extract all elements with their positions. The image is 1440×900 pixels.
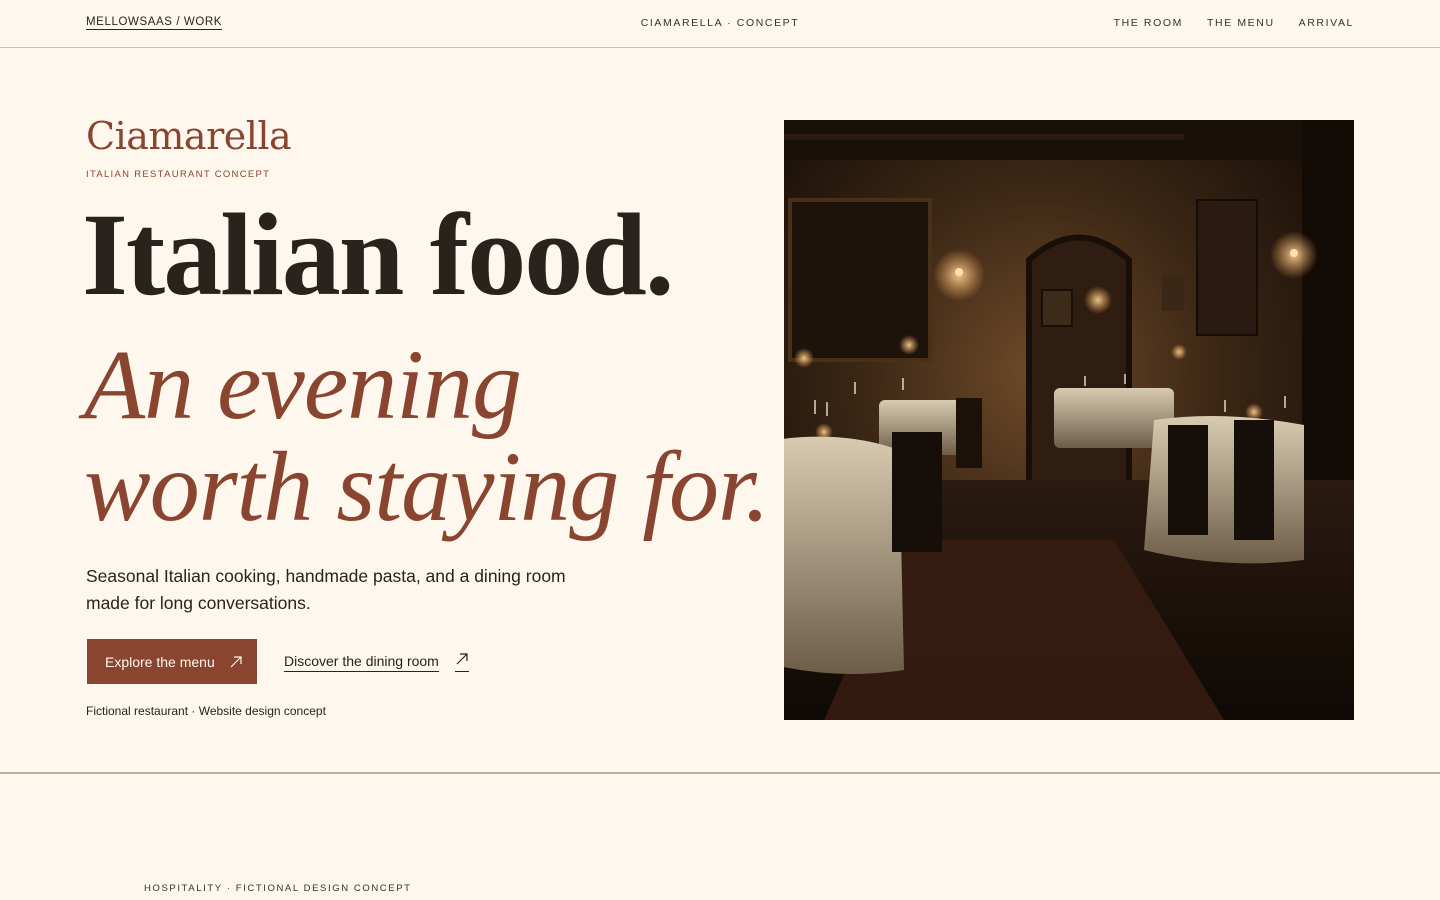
headline: Italian food. xyxy=(82,189,674,320)
top-bar: MELLOWSAAS / WORK CIAMARELLA · CONCEPT T… xyxy=(0,0,1440,48)
concept-footnote: Fictional restaurant · Website design co… xyxy=(86,704,326,718)
subheadline-line-1: An evening xyxy=(84,329,522,440)
explore-menu-button[interactable]: Explore the menu xyxy=(87,639,257,684)
main-nav: THE ROOM THE MENU ARRIVAL xyxy=(1114,17,1354,29)
arrow-up-right-icon xyxy=(454,652,469,672)
nav-item-the-menu[interactable]: THE MENU xyxy=(1207,17,1275,29)
brand-subtitle: ITALIAN RESTAURANT CONCEPT xyxy=(86,169,271,180)
discover-dining-room-link[interactable]: Discover the dining room xyxy=(284,652,469,672)
brand-name: Ciamarella xyxy=(86,114,292,158)
section-eyebrow: HOSPITALITY · FICTIONAL DESIGN CONCEPT xyxy=(144,883,412,894)
dining-room-photo xyxy=(784,120,1354,720)
hero-description: Seasonal Italian cooking, handmade pasta… xyxy=(86,566,566,613)
discover-dining-room-label: Discover the dining room xyxy=(284,653,439,672)
subheadline: An evening worth staying for. xyxy=(84,329,770,542)
nav-item-the-room[interactable]: THE ROOM xyxy=(1114,17,1183,29)
explore-menu-label: Explore the menu xyxy=(105,653,215,670)
arrow-up-right-icon xyxy=(229,655,243,669)
nav-item-arrival[interactable]: ARRIVAL xyxy=(1299,17,1354,29)
section-divider xyxy=(0,772,1440,774)
subheadline-line-2: worth staying for. xyxy=(84,431,770,542)
